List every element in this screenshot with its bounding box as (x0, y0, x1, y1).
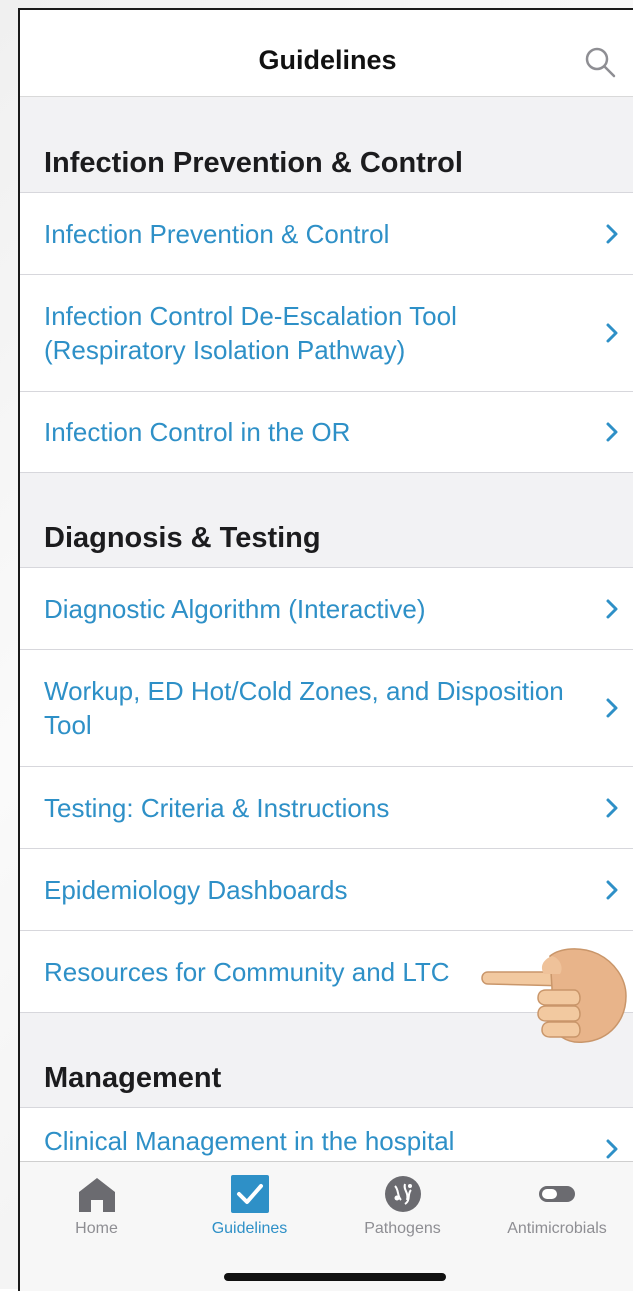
list-item-epidemiology-dashboards[interactable]: Epidemiology Dashboards (20, 848, 633, 930)
chevron-right-icon (606, 798, 618, 817)
chevron-right-icon (606, 1139, 618, 1158)
section-header-diagnosis-testing: Diagnosis & Testing (20, 472, 633, 567)
tab-guidelines[interactable]: Guidelines (173, 1162, 326, 1252)
capsule-icon (539, 1186, 575, 1202)
tab-label: Guidelines (211, 1220, 288, 1237)
list-item-label: Clinical Management in the hospital (44, 1126, 455, 1156)
chevron-right-icon (606, 224, 618, 243)
search-icon[interactable] (582, 44, 618, 80)
list-item-diagnostic-algorithm[interactable]: Diagnostic Algorithm (Interactive) (20, 567, 633, 649)
checkbox-icon (230, 1175, 269, 1213)
section-title: Diagnosis & Testing (44, 522, 321, 554)
home-icon (78, 1178, 115, 1212)
list-item-infection-control-or[interactable]: Infection Control in the OR (20, 391, 633, 473)
tab-bar: Home Guidelines Pathogens Antimicrobials (20, 1161, 633, 1291)
pointing-hand-icon (481, 948, 627, 1043)
chevron-right-icon (606, 599, 618, 618)
list-item-label: Infection Prevention & Control (44, 218, 390, 249)
section-title: Management (44, 1062, 222, 1094)
section-title: Infection Prevention & Control (44, 147, 463, 179)
page-title: Guidelines (258, 45, 397, 75)
tab-home[interactable]: Home (20, 1162, 173, 1252)
list-item-clinical-management[interactable]: Clinical Management in the hospital (20, 1107, 633, 1161)
tab-label: Pathogens (364, 1220, 441, 1237)
list-item-label: Diagnostic Algorithm (Interactive) (44, 593, 426, 624)
chevron-right-icon (606, 422, 618, 442)
home-indicator[interactable] (224, 1273, 446, 1281)
tab-antimicrobials[interactable]: Antimicrobials (479, 1162, 633, 1252)
list-item-label: Testing: Criteria & Instructions (44, 792, 390, 823)
tab-label: Home (75, 1220, 118, 1237)
app-screen: Guidelines Infection Prevention & Contro… (18, 8, 633, 1291)
chevron-right-icon (606, 880, 618, 899)
chevron-right-icon (606, 323, 618, 343)
list-item-de-escalation-tool[interactable]: Infection Control De-Escalation Tool (Re… (20, 274, 633, 391)
list-item-label: Infection Control in the OR (44, 417, 351, 447)
tab-pathogens[interactable]: Pathogens (326, 1162, 479, 1252)
section-header-infection-prevention: Infection Prevention & Control (20, 97, 633, 192)
list-item-label: Workup, ED Hot/Cold Zones, and Dispositi… (44, 676, 564, 740)
list-item-label: Infection Control De-Escalation Tool (Re… (44, 301, 457, 365)
chevron-right-icon (606, 698, 618, 718)
tab-label: Antimicrobials (507, 1220, 607, 1237)
list-item-label: Epidemiology Dashboards (44, 874, 348, 905)
pathogen-icon (384, 1176, 421, 1212)
list-item-infection-prevention-control[interactable]: Infection Prevention & Control (20, 192, 633, 274)
list-item-workup-disposition[interactable]: Workup, ED Hot/Cold Zones, and Dispositi… (20, 649, 633, 766)
navigation-bar: Guidelines (20, 10, 633, 97)
list-item-testing-criteria[interactable]: Testing: Criteria & Instructions (20, 766, 633, 848)
